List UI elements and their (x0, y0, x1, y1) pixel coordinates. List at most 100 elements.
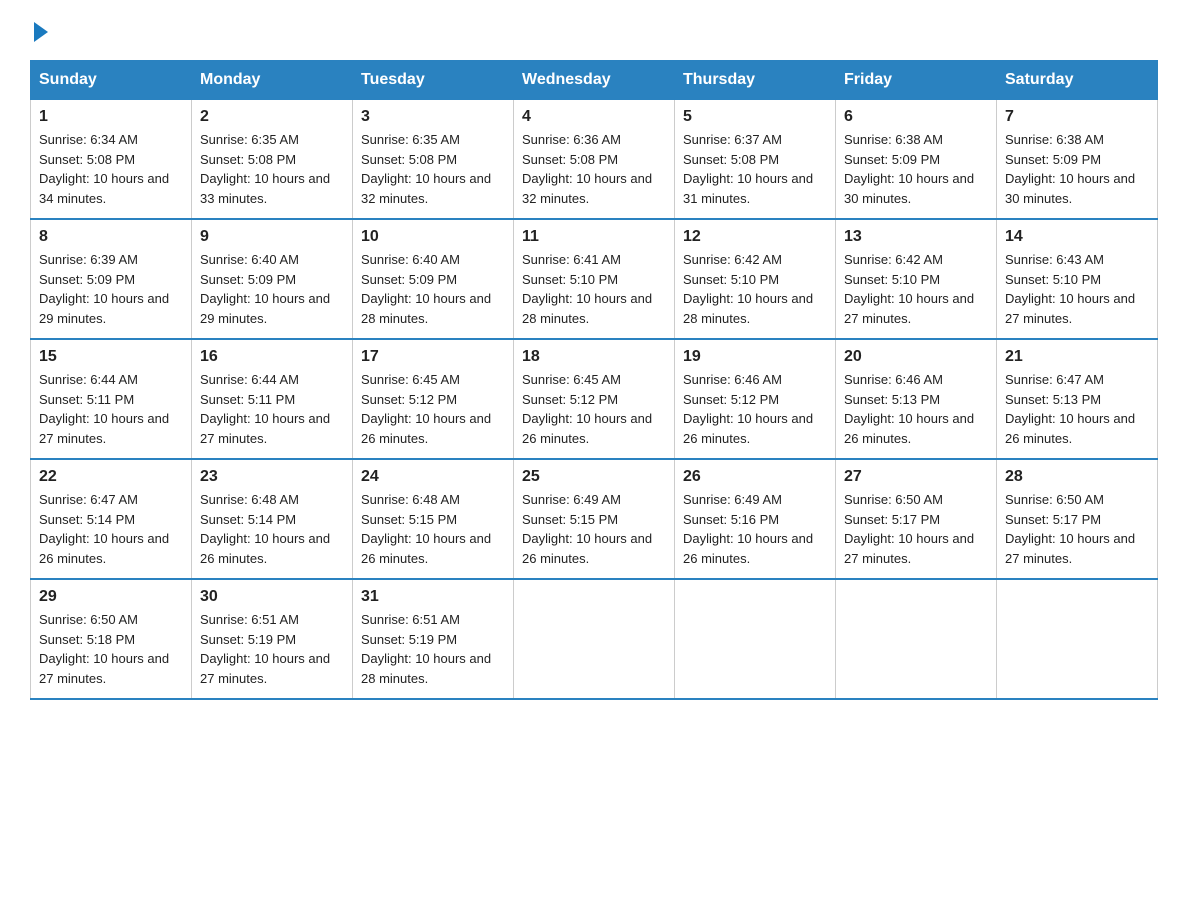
day-number: 12 (683, 228, 827, 246)
calendar-table: SundayMondayTuesdayWednesdayThursdayFrid… (30, 60, 1158, 700)
logo-arrow-icon (34, 22, 48, 42)
day-cell: 19 Sunrise: 6:46 AMSunset: 5:12 PMDaylig… (675, 339, 836, 459)
day-number: 25 (522, 468, 666, 486)
header-sunday: Sunday (31, 61, 192, 100)
day-cell: 26 Sunrise: 6:49 AMSunset: 5:16 PMDaylig… (675, 459, 836, 579)
day-number: 8 (39, 228, 183, 246)
day-cell: 11 Sunrise: 6:41 AMSunset: 5:10 PMDaylig… (514, 219, 675, 339)
day-cell: 17 Sunrise: 6:45 AMSunset: 5:12 PMDaylig… (353, 339, 514, 459)
day-cell: 10 Sunrise: 6:40 AMSunset: 5:09 PMDaylig… (353, 219, 514, 339)
day-number: 17 (361, 348, 505, 366)
day-info: Sunrise: 6:48 AMSunset: 5:15 PMDaylight:… (361, 492, 491, 566)
day-number: 23 (200, 468, 344, 486)
day-cell: 2 Sunrise: 6:35 AMSunset: 5:08 PMDayligh… (192, 100, 353, 220)
day-info: Sunrise: 6:37 AMSunset: 5:08 PMDaylight:… (683, 132, 813, 206)
day-number: 3 (361, 108, 505, 126)
day-info: Sunrise: 6:47 AMSunset: 5:14 PMDaylight:… (39, 492, 169, 566)
day-cell: 29 Sunrise: 6:50 AMSunset: 5:18 PMDaylig… (31, 579, 192, 699)
day-number: 16 (200, 348, 344, 366)
day-number: 14 (1005, 228, 1149, 246)
day-info: Sunrise: 6:46 AMSunset: 5:13 PMDaylight:… (844, 372, 974, 446)
day-number: 20 (844, 348, 988, 366)
logo (30, 20, 48, 42)
day-info: Sunrise: 6:38 AMSunset: 5:09 PMDaylight:… (844, 132, 974, 206)
day-number: 29 (39, 588, 183, 606)
day-cell: 23 Sunrise: 6:48 AMSunset: 5:14 PMDaylig… (192, 459, 353, 579)
day-info: Sunrise: 6:41 AMSunset: 5:10 PMDaylight:… (522, 252, 652, 326)
day-cell: 30 Sunrise: 6:51 AMSunset: 5:19 PMDaylig… (192, 579, 353, 699)
day-info: Sunrise: 6:42 AMSunset: 5:10 PMDaylight:… (683, 252, 813, 326)
day-cell (997, 579, 1158, 699)
week-row-2: 8 Sunrise: 6:39 AMSunset: 5:09 PMDayligh… (31, 219, 1158, 339)
day-number: 9 (200, 228, 344, 246)
day-number: 6 (844, 108, 988, 126)
day-cell: 7 Sunrise: 6:38 AMSunset: 5:09 PMDayligh… (997, 100, 1158, 220)
day-info: Sunrise: 6:35 AMSunset: 5:08 PMDaylight:… (361, 132, 491, 206)
day-cell: 27 Sunrise: 6:50 AMSunset: 5:17 PMDaylig… (836, 459, 997, 579)
day-cell: 31 Sunrise: 6:51 AMSunset: 5:19 PMDaylig… (353, 579, 514, 699)
day-number: 15 (39, 348, 183, 366)
day-info: Sunrise: 6:44 AMSunset: 5:11 PMDaylight:… (39, 372, 169, 446)
day-number: 4 (522, 108, 666, 126)
header-friday: Friday (836, 61, 997, 100)
header-tuesday: Tuesday (353, 61, 514, 100)
day-number: 30 (200, 588, 344, 606)
day-info: Sunrise: 6:50 AMSunset: 5:17 PMDaylight:… (844, 492, 974, 566)
header-row: SundayMondayTuesdayWednesdayThursdayFrid… (31, 61, 1158, 100)
day-info: Sunrise: 6:47 AMSunset: 5:13 PMDaylight:… (1005, 372, 1135, 446)
day-cell: 28 Sunrise: 6:50 AMSunset: 5:17 PMDaylig… (997, 459, 1158, 579)
day-info: Sunrise: 6:36 AMSunset: 5:08 PMDaylight:… (522, 132, 652, 206)
day-number: 7 (1005, 108, 1149, 126)
day-number: 27 (844, 468, 988, 486)
header-saturday: Saturday (997, 61, 1158, 100)
day-cell: 14 Sunrise: 6:43 AMSunset: 5:10 PMDaylig… (997, 219, 1158, 339)
day-cell: 21 Sunrise: 6:47 AMSunset: 5:13 PMDaylig… (997, 339, 1158, 459)
day-cell: 13 Sunrise: 6:42 AMSunset: 5:10 PMDaylig… (836, 219, 997, 339)
day-info: Sunrise: 6:50 AMSunset: 5:17 PMDaylight:… (1005, 492, 1135, 566)
day-info: Sunrise: 6:45 AMSunset: 5:12 PMDaylight:… (361, 372, 491, 446)
day-info: Sunrise: 6:51 AMSunset: 5:19 PMDaylight:… (200, 612, 330, 686)
day-info: Sunrise: 6:51 AMSunset: 5:19 PMDaylight:… (361, 612, 491, 686)
header-thursday: Thursday (675, 61, 836, 100)
day-info: Sunrise: 6:49 AMSunset: 5:16 PMDaylight:… (683, 492, 813, 566)
day-info: Sunrise: 6:46 AMSunset: 5:12 PMDaylight:… (683, 372, 813, 446)
day-cell: 6 Sunrise: 6:38 AMSunset: 5:09 PMDayligh… (836, 100, 997, 220)
day-info: Sunrise: 6:39 AMSunset: 5:09 PMDaylight:… (39, 252, 169, 326)
day-info: Sunrise: 6:42 AMSunset: 5:10 PMDaylight:… (844, 252, 974, 326)
day-number: 31 (361, 588, 505, 606)
week-row-1: 1 Sunrise: 6:34 AMSunset: 5:08 PMDayligh… (31, 100, 1158, 220)
header-wednesday: Wednesday (514, 61, 675, 100)
day-info: Sunrise: 6:35 AMSunset: 5:08 PMDaylight:… (200, 132, 330, 206)
day-info: Sunrise: 6:45 AMSunset: 5:12 PMDaylight:… (522, 372, 652, 446)
day-cell (514, 579, 675, 699)
day-number: 1 (39, 108, 183, 126)
day-number: 10 (361, 228, 505, 246)
day-info: Sunrise: 6:44 AMSunset: 5:11 PMDaylight:… (200, 372, 330, 446)
day-number: 11 (522, 228, 666, 246)
day-cell: 22 Sunrise: 6:47 AMSunset: 5:14 PMDaylig… (31, 459, 192, 579)
day-number: 5 (683, 108, 827, 126)
day-cell: 18 Sunrise: 6:45 AMSunset: 5:12 PMDaylig… (514, 339, 675, 459)
day-number: 22 (39, 468, 183, 486)
day-number: 24 (361, 468, 505, 486)
day-cell: 20 Sunrise: 6:46 AMSunset: 5:13 PMDaylig… (836, 339, 997, 459)
day-number: 13 (844, 228, 988, 246)
day-cell (675, 579, 836, 699)
day-number: 28 (1005, 468, 1149, 486)
page-header (30, 20, 1158, 42)
day-info: Sunrise: 6:38 AMSunset: 5:09 PMDaylight:… (1005, 132, 1135, 206)
day-info: Sunrise: 6:43 AMSunset: 5:10 PMDaylight:… (1005, 252, 1135, 326)
day-info: Sunrise: 6:50 AMSunset: 5:18 PMDaylight:… (39, 612, 169, 686)
day-cell: 16 Sunrise: 6:44 AMSunset: 5:11 PMDaylig… (192, 339, 353, 459)
day-cell: 15 Sunrise: 6:44 AMSunset: 5:11 PMDaylig… (31, 339, 192, 459)
day-info: Sunrise: 6:40 AMSunset: 5:09 PMDaylight:… (361, 252, 491, 326)
day-info: Sunrise: 6:48 AMSunset: 5:14 PMDaylight:… (200, 492, 330, 566)
day-number: 19 (683, 348, 827, 366)
week-row-4: 22 Sunrise: 6:47 AMSunset: 5:14 PMDaylig… (31, 459, 1158, 579)
day-number: 26 (683, 468, 827, 486)
day-number: 21 (1005, 348, 1149, 366)
week-row-5: 29 Sunrise: 6:50 AMSunset: 5:18 PMDaylig… (31, 579, 1158, 699)
day-cell (836, 579, 997, 699)
day-number: 2 (200, 108, 344, 126)
day-info: Sunrise: 6:34 AMSunset: 5:08 PMDaylight:… (39, 132, 169, 206)
